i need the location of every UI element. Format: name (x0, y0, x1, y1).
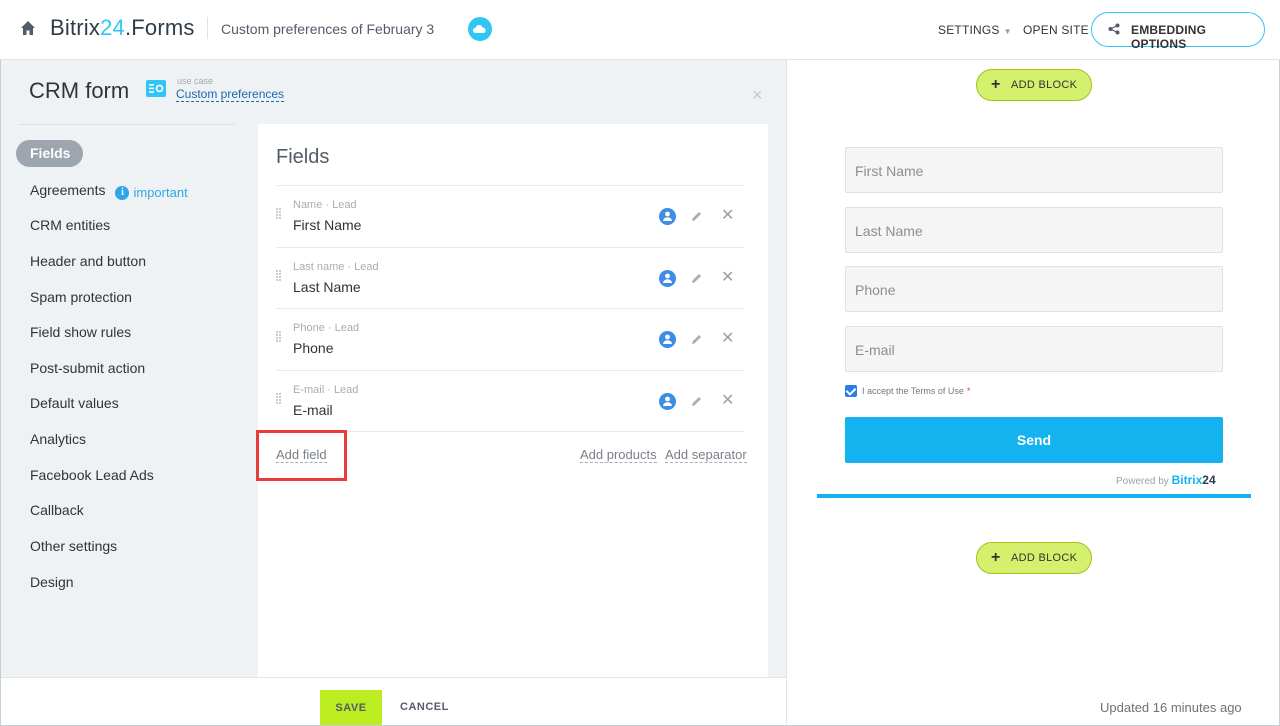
add-block-button[interactable]: + ADD BLOCK (976, 542, 1092, 574)
drag-handle-icon[interactable] (276, 393, 282, 405)
delete-icon[interactable]: ✕ (721, 208, 734, 224)
edit-icon[interactable] (690, 333, 703, 346)
highlight-annotation (256, 430, 347, 481)
field-source: Phone · Lead (293, 322, 360, 334)
info-icon: i (115, 185, 130, 200)
terms-label: I accept the Terms of Use (862, 386, 964, 396)
nav-item-spam-protection[interactable]: Spam protection (30, 289, 132, 305)
crm-binding-icon[interactable] (659, 208, 676, 225)
use-case-link[interactable]: Custom preferences (176, 87, 285, 102)
field-label: Phone (293, 340, 334, 356)
crm-binding-icon[interactable] (659, 393, 676, 410)
add-block-button[interactable]: + ADD BLOCK (976, 69, 1092, 101)
add-separator-link[interactable]: Add separator (665, 447, 747, 463)
close-icon[interactable]: × (752, 85, 763, 106)
brand-divider (207, 17, 208, 39)
add-products-link[interactable]: Add products (580, 447, 657, 463)
edit-icon[interactable] (690, 210, 703, 223)
send-button[interactable]: Send (845, 417, 1223, 463)
nav-item-crm-entities[interactable]: CRM entities (30, 217, 110, 233)
plus-icon: + (991, 549, 1001, 566)
crm-binding-icon[interactable] (659, 270, 676, 287)
field-row[interactable]: Last name · Lead Last Name ✕ (276, 248, 744, 309)
top-bar: Bitrix24.Forms Custom preferences of Feb… (0, 0, 1280, 60)
edit-icon[interactable] (690, 395, 703, 408)
preview-input-email[interactable]: E-mail (845, 326, 1223, 372)
home-icon[interactable] (20, 20, 36, 36)
field-row[interactable]: Name · Lead First Name ✕ (276, 186, 744, 247)
field-source: E-mail · Lead (293, 384, 359, 396)
updated-status: Updated 16 minutes ago (1100, 700, 1242, 715)
editor-title: CRM form (29, 78, 130, 103)
editor-footer: SAVE CANCEL (1, 677, 786, 725)
preview-input-first-name[interactable]: First Name (845, 147, 1223, 193)
form-preview: + ADD BLOCK First Name Last Name Phone E… (786, 60, 1279, 725)
nav-item-label: Agreements (30, 182, 106, 198)
delete-icon[interactable]: ✕ (721, 393, 734, 409)
required-marker: * (966, 386, 971, 396)
nav-item-field-show-rules[interactable]: Field show rules (30, 324, 131, 340)
nav-item-other-settings[interactable]: Other settings (30, 538, 117, 554)
nav-item-fields[interactable]: Fields (16, 140, 84, 167)
chevron-down-icon: ▼ (1003, 27, 1012, 36)
cloud-icon[interactable] (468, 17, 492, 41)
drag-handle-icon[interactable] (276, 331, 282, 343)
terms-agreement[interactable]: I accept the Terms of Use * (845, 385, 970, 397)
edit-icon[interactable] (690, 272, 703, 285)
share-icon (1108, 23, 1120, 35)
nav-item-header-and-button[interactable]: Header and button (30, 253, 146, 269)
embedding-options-button[interactable]: EMBEDDING OPTIONS (1091, 12, 1265, 51)
powered-by[interactable]: Powered by Bitrix24 (1116, 473, 1216, 487)
nav-item-callback[interactable]: Callback (30, 502, 84, 518)
nav-item-default-values[interactable]: Default values (30, 395, 119, 411)
crm-binding-icon[interactable] (659, 331, 676, 348)
fields-card: Fields Name · Lead First Name ✕ Last nam… (258, 124, 768, 677)
field-label: First Name (293, 217, 362, 233)
field-source: Name · Lead (293, 199, 357, 211)
preview-input-phone[interactable]: Phone (845, 266, 1223, 312)
drag-handle-icon[interactable] (276, 270, 282, 282)
delete-icon[interactable]: ✕ (721, 270, 734, 286)
nav-item-post-submit-action[interactable]: Post-submit action (30, 360, 145, 376)
field-label: Last Name (293, 279, 361, 295)
nav-item-agreements[interactable]: Agreements i important (30, 182, 188, 200)
field-row[interactable]: Phone · Lead Phone ✕ (276, 309, 744, 370)
save-button[interactable]: SAVE (320, 690, 382, 725)
sidebar-divider (19, 124, 235, 125)
open-site-link[interactable]: OPEN SITE (1023, 23, 1089, 37)
preview-input-last-name[interactable]: Last Name (845, 207, 1223, 253)
cancel-button[interactable]: CANCEL (400, 701, 449, 713)
settings-menu[interactable]: SETTINGS ▼ (938, 23, 1012, 37)
terms-checkbox[interactable] (845, 385, 857, 397)
embedding-options-label: EMBEDDING OPTIONS (1131, 23, 1207, 51)
block-separator (817, 494, 1251, 498)
fields-card-title: Fields (276, 146, 330, 168)
nav-item-facebook-lead-ads[interactable]: Facebook Lead Ads (30, 467, 154, 483)
drag-handle-icon[interactable] (276, 208, 282, 220)
important-badge[interactable]: i important (115, 185, 188, 200)
field-label: E-mail (293, 402, 333, 418)
nav-item-design[interactable]: Design (30, 574, 74, 590)
nav-item-analytics[interactable]: Analytics (30, 431, 86, 447)
use-case-caption: use case (177, 76, 214, 86)
field-source: Last name · Lead (293, 261, 379, 273)
use-case-icon (146, 80, 166, 97)
field-row[interactable]: E-mail · Lead E-mail ✕ (276, 371, 744, 432)
plus-icon: + (991, 76, 1001, 93)
app-brand[interactable]: Bitrix24.Forms (50, 15, 195, 41)
delete-icon[interactable]: ✕ (721, 331, 734, 347)
document-title: Custom preferences of February 3 (221, 21, 435, 37)
